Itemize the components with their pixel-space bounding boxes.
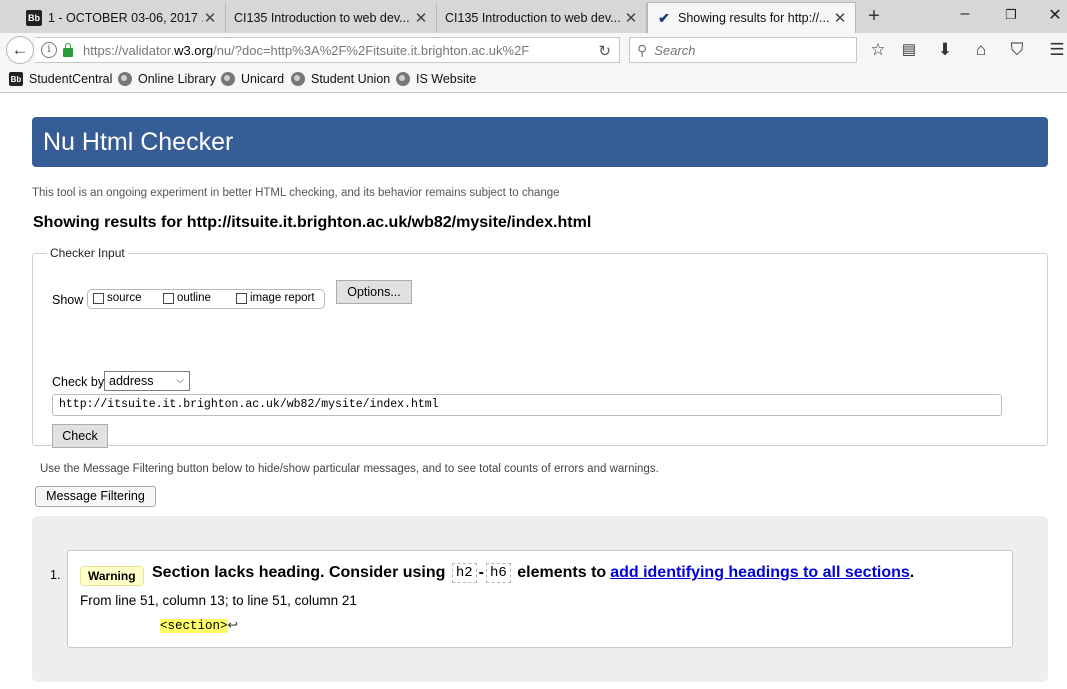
filter-note: Use the Message Filtering button below t…: [40, 463, 659, 475]
check-by-select[interactable]: address ⌵: [104, 371, 190, 391]
message-location: From line 51, column 13; to line 51, col…: [80, 593, 357, 608]
page-subtitle: This tool is an ongoing experiment in be…: [32, 187, 560, 199]
close-icon[interactable]: ✕: [833, 9, 847, 27]
check-by-label: Check by: [52, 375, 105, 389]
reload-icon[interactable]: ↻: [598, 42, 611, 60]
bookmark-online-library[interactable]: Online Library: [118, 72, 216, 86]
bookmarks-bar: Bb StudentCentral Online Library Unicard…: [0, 67, 1067, 93]
back-button[interactable]: ←: [6, 36, 34, 64]
globe-icon: [221, 72, 235, 86]
navigation-bar: ← i https://validator.w3.org/nu/?doc=htt…: [0, 33, 1067, 67]
blackboard-icon: Bb: [9, 72, 23, 86]
browser-tab[interactable]: CI135 Introduction to web dev... ✕: [437, 3, 647, 33]
option-label: source: [107, 292, 142, 304]
globe-icon: [396, 72, 410, 86]
new-tab-icon[interactable]: +: [862, 6, 886, 28]
address-url[interactable]: https://validator.w3.org/nu/?doc=http%3A…: [83, 43, 573, 58]
bookmark-star-icon[interactable]: ☆: [867, 40, 889, 60]
lock-icon[interactable]: [63, 42, 73, 57]
results-panel: 1. Warning Section lacks heading. Consid…: [32, 516, 1048, 682]
browser-tab[interactable]: Bb 1 - OCTOBER 03-06, 2017 ... ✕: [18, 3, 226, 33]
bookmark-label: Unicard: [241, 72, 285, 86]
browser-tab-active[interactable]: ✔ Showing results for http://... ✕: [647, 2, 856, 33]
show-label: Show: [52, 293, 84, 307]
browser-tab-bar: Bb 1 - OCTOBER 03-06, 2017 ... ✕ CI135 I…: [0, 0, 1067, 33]
bookmark-unicard[interactable]: Unicard: [221, 72, 284, 86]
show-image-report-option[interactable]: image report: [236, 292, 315, 304]
message-text-part: elements to: [517, 564, 607, 581]
show-options-group: source outline image report: [87, 289, 325, 309]
code-separator: -: [478, 564, 484, 581]
bookmark-label: Online Library: [138, 72, 216, 86]
options-button[interactable]: Options...: [336, 280, 412, 304]
info-icon[interactable]: i: [41, 42, 57, 58]
close-icon[interactable]: ✕: [203, 9, 217, 27]
bookmark-label: Student Union: [311, 72, 391, 86]
pocket-icon[interactable]: ⛉: [1006, 40, 1028, 60]
download-icon[interactable]: ⬇: [934, 40, 956, 60]
restore-icon[interactable]: ❐: [996, 7, 1026, 23]
results-title: Showing results for http://itsuite.it.br…: [33, 214, 592, 231]
check-by-value: address: [109, 374, 154, 388]
search-box[interactable]: ⚲: [629, 37, 857, 63]
extract-highlight: <section>: [160, 619, 228, 633]
check-button[interactable]: Check: [52, 424, 108, 448]
source-checkbox[interactable]: [93, 292, 104, 304]
bookmark-student-union[interactable]: Student Union: [291, 72, 390, 86]
browser-tab[interactable]: CI135 Introduction to web dev... ✕: [226, 3, 437, 33]
page-banner: Nu Html Checker: [32, 117, 1048, 167]
warning-badge: Warning: [80, 566, 144, 586]
outline-checkbox[interactable]: [163, 292, 174, 304]
url-input[interactable]: http://itsuite.it.brighton.ac.uk/wb82/my…: [52, 394, 1002, 416]
reading-list-icon[interactable]: ▤: [898, 40, 920, 60]
search-input[interactable]: [652, 41, 837, 59]
window-close-icon[interactable]: ✕: [1040, 5, 1067, 25]
tab-title: 1 - OCTOBER 03-06, 2017 ...: [48, 11, 203, 25]
option-label: image report: [250, 292, 315, 304]
code-h2: h2: [451, 563, 477, 583]
w3c-validator-icon: ✔: [658, 9, 670, 26]
message-filtering-button[interactable]: Message Filtering: [35, 486, 156, 507]
bookmark-studentcentral[interactable]: Bb StudentCentral: [9, 72, 112, 86]
bookmark-is-website[interactable]: IS Website: [396, 72, 476, 86]
option-label: outline: [177, 292, 211, 304]
search-icon: ⚲: [637, 41, 648, 58]
globe-icon: [118, 72, 132, 86]
blackboard-icon: Bb: [26, 10, 42, 26]
globe-icon: [291, 72, 305, 86]
headings-help-link[interactable]: add identifying headings to all sections: [610, 564, 910, 582]
show-outline-option[interactable]: outline: [163, 292, 211, 304]
menu-icon[interactable]: ☰: [1046, 40, 1067, 60]
message-item: Warning Section lacks heading. Consider …: [67, 550, 1013, 648]
home-icon[interactable]: ⌂: [970, 40, 992, 60]
message-number: 1.: [50, 568, 61, 582]
image-report-checkbox[interactable]: [236, 292, 247, 304]
message-text-part: Section lacks heading. Consider using: [152, 564, 446, 581]
tab-title: Showing results for http://...: [678, 11, 830, 25]
chevron-down-icon: ⌵: [176, 375, 184, 386]
address-bar[interactable]: i https://validator.w3.org/nu/?doc=http%…: [35, 37, 620, 63]
tab-title: CI135 Introduction to web dev...: [234, 11, 410, 25]
return-icon: ↩: [227, 619, 238, 633]
bookmark-label: IS Website: [416, 72, 477, 86]
code-extract: <section>↩: [160, 617, 238, 633]
message-period: .: [909, 564, 915, 581]
code-h6: h6: [486, 563, 511, 583]
close-icon[interactable]: ✕: [414, 9, 428, 27]
tab-title: CI135 Introduction to web dev...: [445, 11, 621, 25]
show-source-option[interactable]: source: [93, 292, 142, 304]
checker-input-legend: Checker Input: [50, 246, 125, 260]
bookmark-label: StudentCentral: [29, 72, 113, 86]
page-content: Nu Html Checker This tool is an ongoing …: [0, 93, 1067, 689]
close-icon[interactable]: ✕: [624, 9, 638, 27]
checker-input-fieldset: Checker Input Show source outline image …: [32, 246, 1048, 448]
minimize-icon[interactable]: –: [950, 5, 980, 23]
message-text: Section lacks heading. Consider using h2…: [152, 563, 914, 583]
back-arrow-icon: ←: [11, 40, 29, 59]
